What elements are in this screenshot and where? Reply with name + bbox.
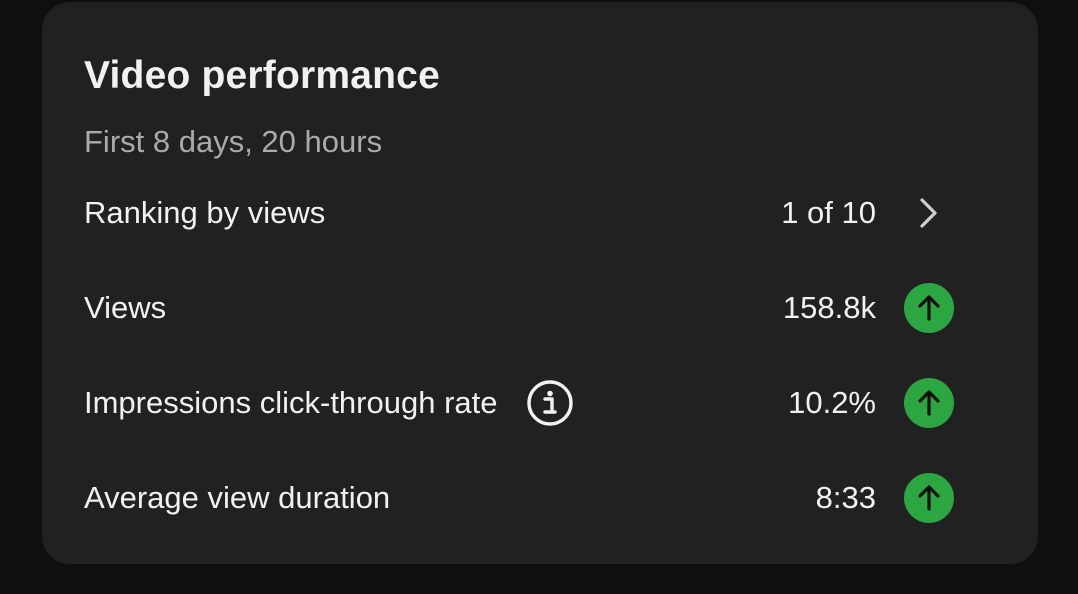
ranking-row[interactable]: Ranking by views 1 of 10 <box>84 183 996 243</box>
avg-duration-value: 8:33 <box>815 480 876 515</box>
card-subtitle: First 8 days, 20 hours <box>84 124 383 159</box>
ranking-value: 1 of 10 <box>781 195 876 230</box>
arrow-up-icon <box>904 473 954 523</box>
arrow-up-icon <box>904 378 954 428</box>
arrow-up-icon <box>904 283 954 333</box>
card-title: Video performance <box>84 54 440 97</box>
views-value: 158.8k <box>782 290 876 325</box>
ctr-value: 10.2% <box>788 385 876 420</box>
chevron-right-icon[interactable] <box>916 196 942 230</box>
info-icon[interactable] <box>526 379 574 427</box>
views-row: Views 158.8k <box>84 278 996 338</box>
ctr-row: Impressions click-through rate 10.2% <box>84 373 996 433</box>
ctr-label: Impressions click-through rate <box>84 385 498 420</box>
ranking-label: Ranking by views <box>84 195 326 230</box>
avg-duration-label: Average view duration <box>84 480 391 515</box>
video-performance-card: Video performance First 8 days, 20 hours… <box>42 2 1038 564</box>
avg-duration-row: Average view duration 8:33 <box>84 468 996 528</box>
views-label: Views <box>84 290 167 325</box>
